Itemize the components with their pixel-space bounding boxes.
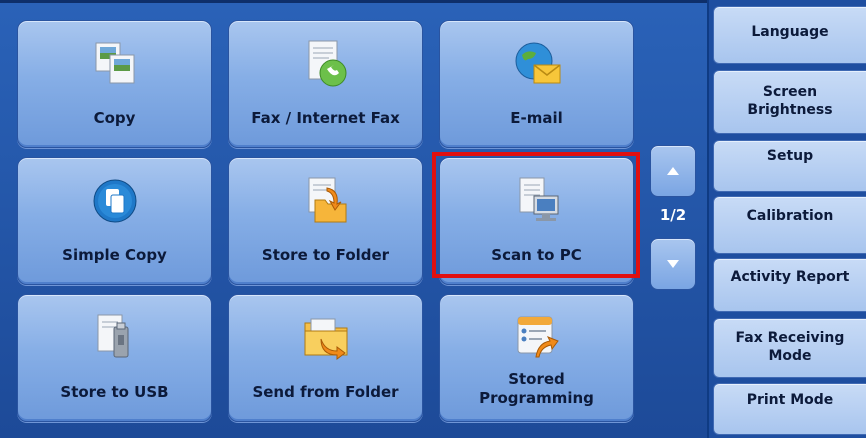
stored-programming-line1: Stored xyxy=(508,370,565,388)
screen-brightness-line1: Screen xyxy=(762,84,818,100)
setup-label: Setup xyxy=(766,148,814,164)
send-from-folder-button[interactable]: Send from Folder xyxy=(228,294,423,422)
screen-brightness-line2: Brightness xyxy=(747,102,833,118)
scan-to-pc-label: Scan to PC xyxy=(491,246,582,264)
email-button[interactable]: E-mail xyxy=(439,20,634,148)
simple-copy-icon xyxy=(93,179,136,223)
language-label: Language xyxy=(751,24,829,40)
store-to-folder-label: Store to Folder xyxy=(261,246,390,264)
scan-to-pc-icon xyxy=(519,177,558,221)
store-to-usb-label: Store to USB xyxy=(60,383,169,401)
arrow-down-icon xyxy=(667,260,679,268)
copy-label: Copy xyxy=(93,109,136,127)
setup-button[interactable]: Setup xyxy=(713,140,866,192)
fax-receiving-line1: Fax Receiving xyxy=(735,330,845,346)
activity-report-label: Activity Report xyxy=(730,269,850,285)
fax-receiving-mode-button[interactable]: Fax Receiving Mode xyxy=(713,318,866,378)
store-to-usb-button[interactable]: Store to USB xyxy=(17,294,212,422)
scroll-down-button[interactable] xyxy=(650,238,696,290)
email-label: E-mail xyxy=(510,109,563,127)
stored-programming-button[interactable]: Stored Programming xyxy=(439,294,634,422)
send-folder-icon xyxy=(304,318,347,360)
calibration-label: Calibration xyxy=(746,208,834,224)
copy-button[interactable]: Copy xyxy=(17,20,212,148)
send-from-folder-label: Send from Folder xyxy=(252,383,399,401)
simple-copy-label: Simple Copy xyxy=(62,246,167,264)
scroll-up-button[interactable] xyxy=(650,145,696,197)
screen-brightness-button[interactable]: Screen Brightness xyxy=(713,70,866,134)
activity-report-button[interactable]: Activity Report xyxy=(713,258,866,312)
print-mode-label: Print Mode xyxy=(746,392,834,408)
print-mode-button[interactable]: Print Mode xyxy=(713,383,866,435)
language-button[interactable]: Language xyxy=(713,6,866,64)
fax-internet-fax-label: Fax / Internet Fax xyxy=(251,109,400,127)
page-indicator: 1/2 xyxy=(659,206,687,224)
usb-icon xyxy=(97,314,128,358)
fax-icon xyxy=(308,40,346,87)
fax-receiving-line2: Mode xyxy=(768,348,812,364)
email-icon xyxy=(515,42,560,84)
copy-icon xyxy=(95,42,134,84)
scan-to-pc-button[interactable]: Scan to PC xyxy=(439,157,634,285)
store-to-folder-button[interactable]: Store to Folder xyxy=(228,157,423,285)
fax-internet-fax-button[interactable]: Fax / Internet Fax xyxy=(228,20,423,148)
stored-programming-label: Stored Programming xyxy=(440,370,633,408)
simple-copy-button[interactable]: Simple Copy xyxy=(17,157,212,285)
calibration-button[interactable]: Calibration xyxy=(713,196,866,254)
stored-programming-icon xyxy=(517,316,559,358)
stored-programming-line2: Programming xyxy=(479,389,594,407)
store-folder-icon xyxy=(308,177,346,223)
arrow-up-icon xyxy=(667,167,679,175)
